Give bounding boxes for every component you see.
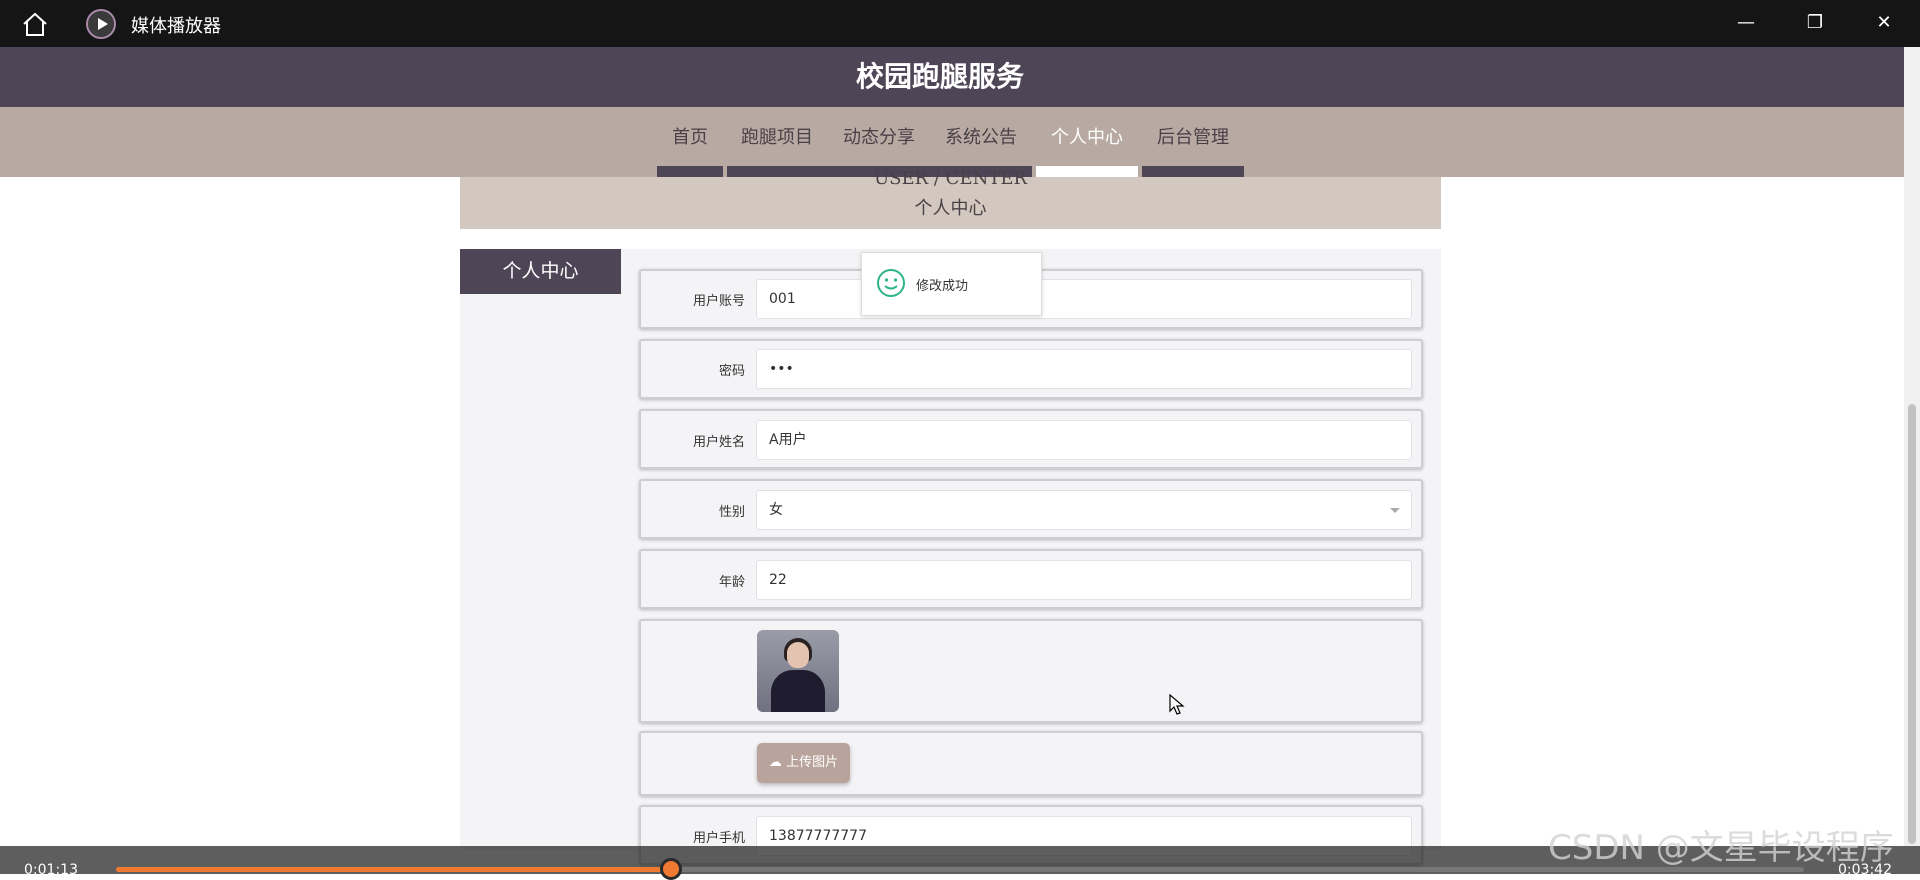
name-input[interactable]: A用户 xyxy=(756,420,1412,460)
nav-item-errands[interactable]: 跑腿项目 xyxy=(734,123,820,149)
close-button[interactable]: ✕ xyxy=(1864,8,1904,38)
nav-item-share[interactable]: 动态分享 xyxy=(836,123,922,149)
name-label: 用户姓名 xyxy=(692,435,745,450)
watermark-text: CSDN @文星毕设程序 xyxy=(1548,828,1894,868)
toast-message: 修改成功 xyxy=(916,279,969,294)
current-time: 0:01:13 xyxy=(24,862,78,878)
cloud-upload-icon: ☁ xyxy=(768,755,782,770)
media-player-app-icon xyxy=(86,9,116,39)
account-label: 用户账号 xyxy=(692,294,745,309)
password-input[interactable]: ••• xyxy=(756,349,1412,389)
window-titlebar: 媒体播放器 — ❐ ✕ xyxy=(0,0,1920,47)
nav-item-user-center[interactable]: 个人中心 xyxy=(1044,123,1130,149)
mouse-cursor-icon xyxy=(1169,694,1185,715)
phone-label: 用户手机 xyxy=(692,831,745,846)
gender-select[interactable]: 女 xyxy=(756,490,1412,530)
restore-button[interactable]: ❐ xyxy=(1795,8,1835,38)
gender-label: 性别 xyxy=(718,505,745,520)
banner-title-cn: 个人中心 xyxy=(914,198,987,219)
nav-item-home[interactable]: 首页 xyxy=(662,123,718,149)
age-input[interactable]: 22 xyxy=(756,560,1412,600)
site-title: 校园跑腿服务 xyxy=(855,60,1024,93)
chevron-down-icon xyxy=(1390,508,1400,513)
nav-item-admin[interactable]: 后台管理 xyxy=(1150,123,1236,149)
window-title: 媒体播放器 xyxy=(131,16,221,37)
smile-icon xyxy=(877,269,905,297)
age-label: 年龄 xyxy=(718,575,745,590)
upload-image-button[interactable]: ☁ 上传图片 xyxy=(757,743,850,783)
sidebar-title[interactable]: 个人中心 xyxy=(460,249,621,294)
account-input[interactable]: 001 xyxy=(756,279,1412,319)
minimize-button[interactable]: — xyxy=(1726,8,1766,38)
video-progress-knob[interactable] xyxy=(660,858,682,880)
gender-select-value: 女 xyxy=(769,502,783,518)
page-scrollbar-thumb[interactable] xyxy=(1908,404,1916,844)
video-progress-fill xyxy=(116,867,671,872)
avatar xyxy=(757,630,839,712)
password-label: 密码 xyxy=(718,364,745,379)
upload-button-label: 上传图片 xyxy=(786,755,839,770)
nav-item-notices[interactable]: 系统公告 xyxy=(938,123,1024,149)
banner-title-en: USER / CENTER xyxy=(873,168,1028,189)
home-icon[interactable] xyxy=(20,10,50,38)
